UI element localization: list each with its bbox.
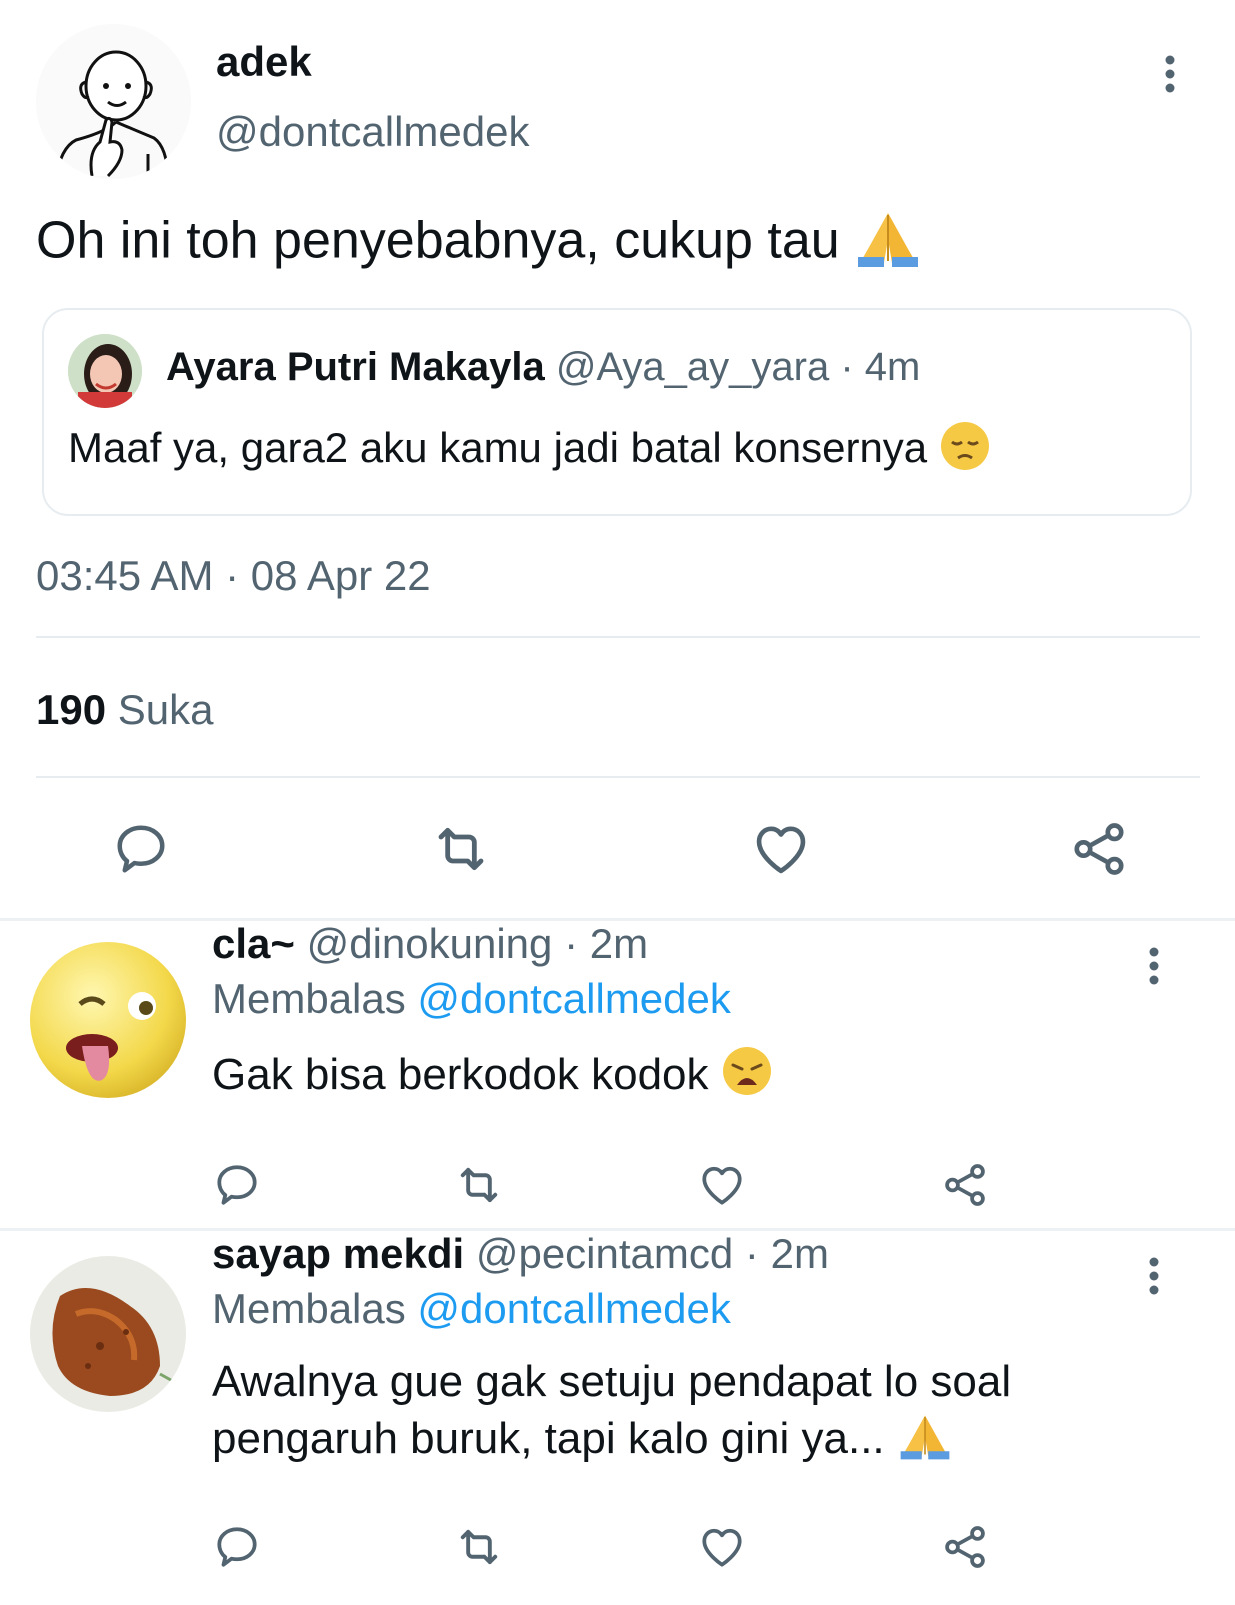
folded-hands-emoji <box>854 205 922 283</box>
reply-text-content: Gak bisa berkodok kodok <box>212 1050 709 1100</box>
reply-text-line: pengaruh buruk, tapi kalo gini ya... <box>212 1414 885 1464</box>
replying-to: Membalas @dontcallmedek <box>212 975 731 1023</box>
reply-text: Awalnya gue gak setuju pendapat lo soal … <box>212 1355 1011 1474</box>
tweet-timestamp[interactable]: 03:45 AM · 08 Apr 22 <box>36 552 431 600</box>
retweet-icon[interactable] <box>426 814 496 884</box>
dot-separator: · <box>744 1230 759 1277</box>
like-icon[interactable] <box>695 1158 749 1212</box>
reply-header: sayap mekdi @pecintamcd · 2m <box>212 1230 829 1278</box>
reply-header: cla~ @dinokuning · 2m <box>212 920 648 968</box>
folded-hands-emoji <box>897 1409 953 1474</box>
reply-text-line-2: pengaruh buruk, tapi kalo gini ya... <box>212 1409 1011 1474</box>
replying-to-prefix: Membalas <box>212 1285 406 1332</box>
share-icon[interactable] <box>938 1158 992 1212</box>
reply-icon[interactable] <box>210 1158 264 1212</box>
quoted-tweet-text: Maaf ya, gara2 aku kamu jadi batal konse… <box>68 420 991 482</box>
pensive-face-emoji <box>939 420 991 482</box>
share-icon[interactable] <box>1064 814 1134 884</box>
retweet-icon[interactable] <box>452 1520 506 1574</box>
girl-portrait-avatar-icon <box>68 334 142 408</box>
quoted-author-name[interactable]: Ayara Putri Makayla <box>166 345 545 389</box>
reply-text: Gak bisa berkodok kodok <box>212 1045 773 1110</box>
share-icon[interactable] <box>938 1520 992 1574</box>
replying-to-handle[interactable]: @dontcallmedek <box>417 975 730 1022</box>
author-handle[interactable]: @dontcallmedek <box>216 108 529 156</box>
reply-author-avatar[interactable] <box>30 942 186 1098</box>
dot-separator: · <box>564 920 579 967</box>
author-display-name[interactable]: adek <box>216 38 312 86</box>
tweet-text: Oh ini toh penyebabnya, cukup tau <box>36 205 922 283</box>
quoted-tweet-header: Ayara Putri Makayla @Aya_ay_yara · 4m <box>166 345 920 390</box>
like-icon[interactable] <box>746 814 816 884</box>
more-options-icon[interactable] <box>1139 944 1169 988</box>
replying-to-prefix: Membalas <box>212 975 406 1022</box>
fried-chicken-avatar-icon <box>30 1256 186 1412</box>
author-avatar[interactable] <box>36 24 191 179</box>
tweet-text-content: Oh ini toh penyebabnya, cukup tau <box>36 211 840 270</box>
reply-icon[interactable] <box>210 1520 264 1574</box>
weary-face-emoji <box>721 1045 773 1110</box>
divider <box>36 776 1200 778</box>
like-icon[interactable] <box>695 1520 749 1574</box>
divider <box>36 636 1200 638</box>
reply-author-handle[interactable]: @pecintamcd <box>476 1230 733 1277</box>
quoted-tweet-time: 4m <box>864 345 921 389</box>
reply-text-line: Awalnya gue gak setuju pendapat lo soal <box>212 1357 1012 1406</box>
dot-separator: · <box>840 345 854 389</box>
reply-icon[interactable] <box>106 814 176 884</box>
quoted-author-avatar[interactable] <box>68 334 142 408</box>
quoted-tweet-text-content: Maaf ya, gara2 aku kamu jadi batal konse… <box>68 424 928 472</box>
reply-author-name[interactable]: sayap mekdi <box>212 1230 464 1277</box>
reply-author-handle[interactable]: @dinokuning <box>307 920 553 967</box>
more-options-icon[interactable] <box>1139 1254 1169 1298</box>
bald-figure-avatar-icon <box>36 24 191 179</box>
reply-time: 2m <box>589 920 649 967</box>
more-options-icon[interactable] <box>1155 52 1185 96</box>
replying-to-handle[interactable]: @dontcallmedek <box>417 1285 730 1332</box>
likes-count: 190 <box>36 686 107 733</box>
quoted-author-handle[interactable]: @Aya_ay_yara <box>556 345 829 389</box>
retweet-icon[interactable] <box>452 1158 506 1212</box>
reply-author-avatar[interactable] <box>30 1256 186 1412</box>
replying-to: Membalas @dontcallmedek <box>212 1285 731 1333</box>
quoted-tweet-card[interactable] <box>42 308 1192 516</box>
reply-time: 2m <box>770 1230 829 1277</box>
likes-label: Suka <box>117 686 214 733</box>
likes-count-row[interactable]: 190 Suka <box>36 686 213 734</box>
reply-author-name[interactable]: cla~ <box>212 920 295 967</box>
winking-tongue-face-avatar-icon <box>30 942 186 1098</box>
